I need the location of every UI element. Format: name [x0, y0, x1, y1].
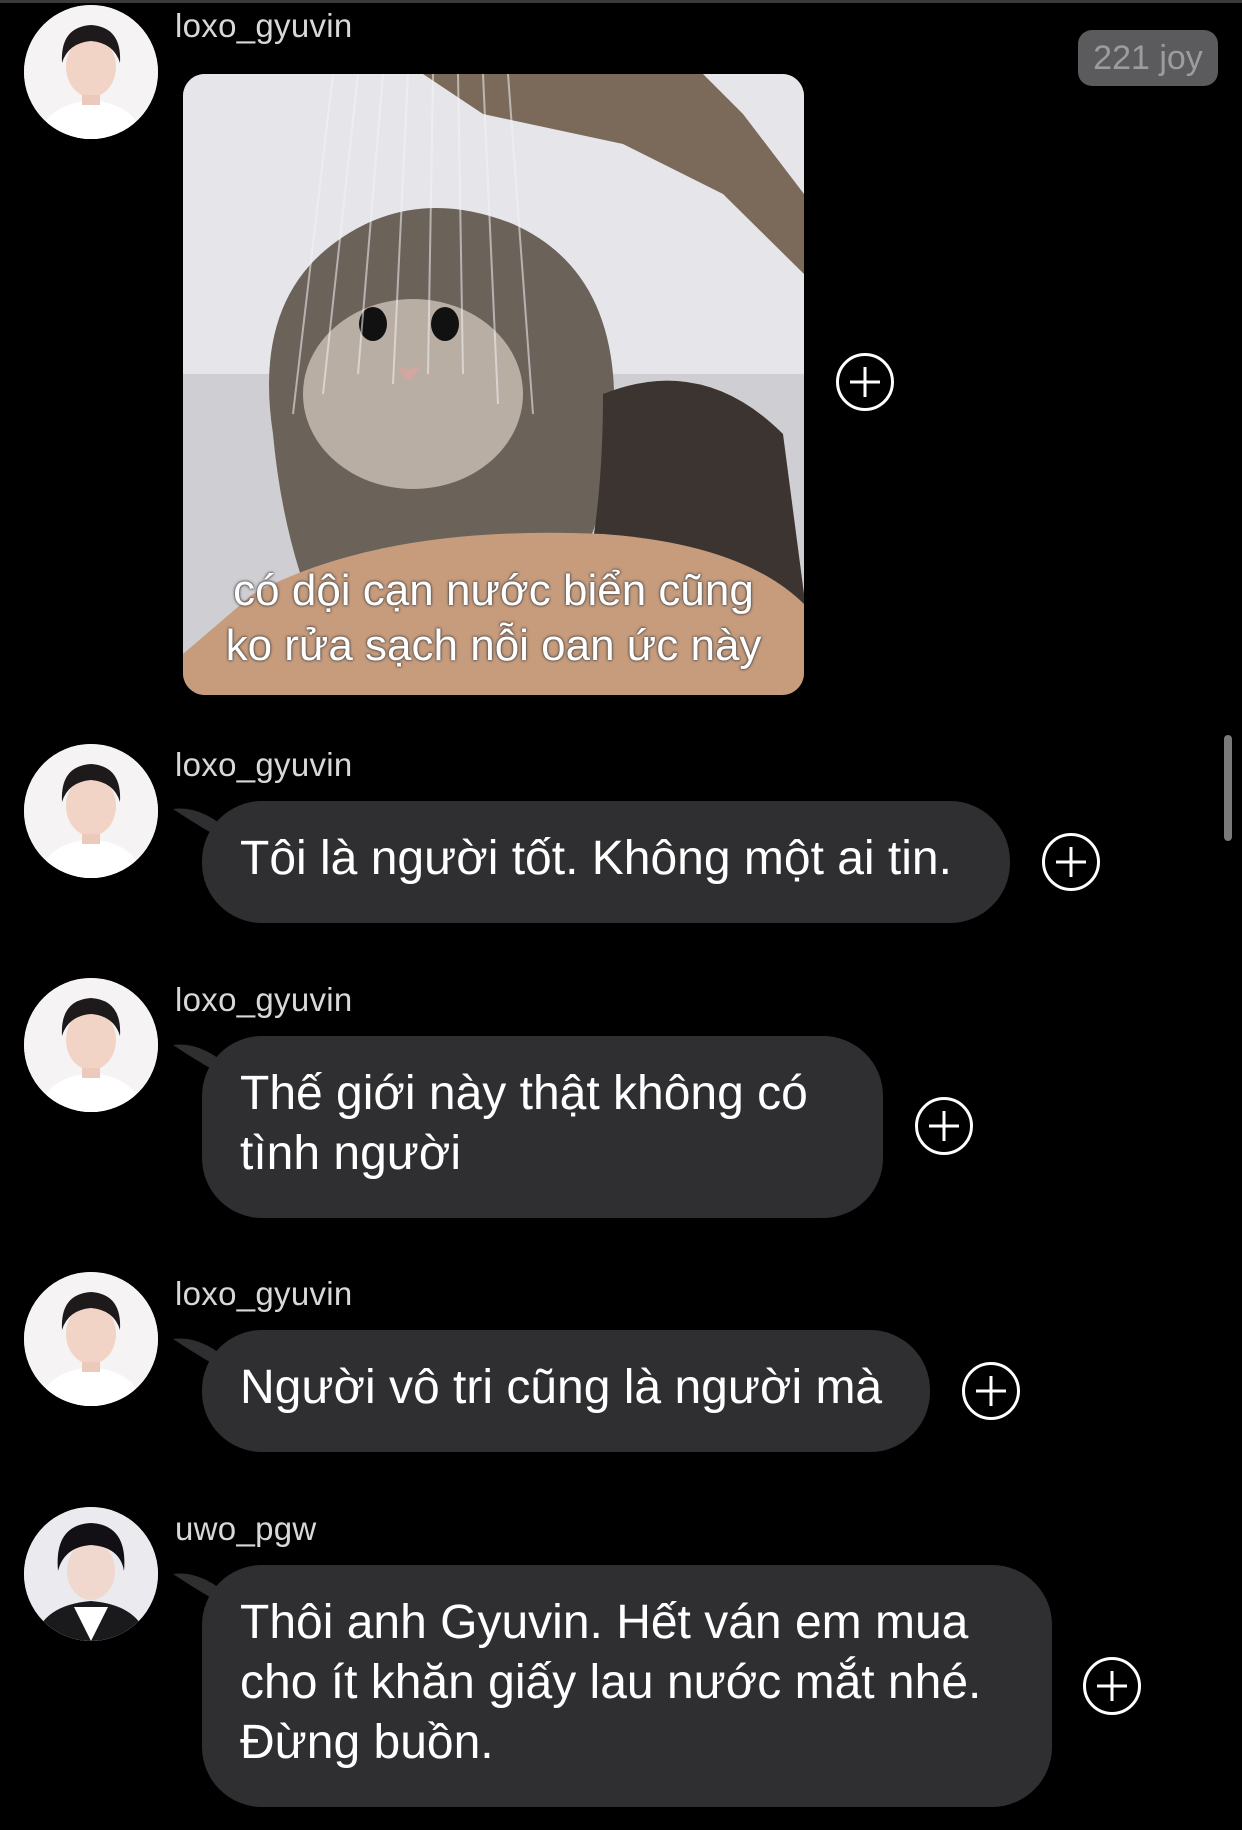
top-divider — [0, 0, 1242, 3]
avatar[interactable] — [24, 1272, 158, 1406]
add-reaction-icon[interactable] — [962, 1362, 1020, 1420]
message-bubble[interactable]: Thế giới này thật không có tình người — [202, 1036, 883, 1218]
message-text: Người vô tri cũng là người mà — [240, 1361, 883, 1414]
message-bubble[interactable]: Tôi là người tốt. Không một ai tin. — [202, 801, 1010, 923]
username[interactable]: loxo_gyuvin — [175, 7, 353, 45]
message-text: Tôi là người tốt. Không một ai tin. — [240, 832, 952, 885]
meme-caption-line: ko rửa sạch nỗi oan ức này — [225, 621, 762, 670]
message-text-line: cho ít khăn giấy lau nước mắt nhé. — [240, 1656, 982, 1709]
avatar[interactable] — [24, 744, 158, 878]
message-text-line: Thôi anh Gyuvin. Hết ván em mua — [240, 1596, 969, 1649]
add-reaction-icon[interactable] — [836, 353, 894, 411]
message-bubble[interactable]: Người vô tri cũng là người mà — [202, 1330, 930, 1452]
message-bubble[interactable]: Thôi anh Gyuvin. Hết ván em mua cho ít k… — [202, 1565, 1052, 1807]
avatar[interactable] — [24, 5, 158, 139]
meme-image[interactable]: có dội cạn nước biển cũng ko rửa sạch nỗ… — [183, 74, 804, 695]
message-text-line: Thế giới này thật không có — [240, 1067, 808, 1120]
scrollbar[interactable] — [1224, 735, 1232, 841]
username[interactable]: loxo_gyuvin — [175, 981, 353, 1019]
message-text-line: Đừng buồn. — [240, 1716, 494, 1769]
avatar[interactable] — [24, 978, 158, 1112]
add-reaction-icon[interactable] — [1042, 833, 1100, 891]
username[interactable]: loxo_gyuvin — [175, 1275, 353, 1313]
avatar[interactable] — [24, 1507, 158, 1641]
message-text-line: tình người — [240, 1127, 462, 1180]
add-reaction-icon[interactable] — [915, 1097, 973, 1155]
joy-badge: 221 joy — [1078, 30, 1218, 86]
add-reaction-icon[interactable] — [1083, 1657, 1141, 1715]
username[interactable]: uwo_pgw — [175, 1510, 317, 1548]
username[interactable]: loxo_gyuvin — [175, 746, 353, 784]
meme-caption-line: có dội cạn nước biển cũng — [233, 566, 754, 615]
